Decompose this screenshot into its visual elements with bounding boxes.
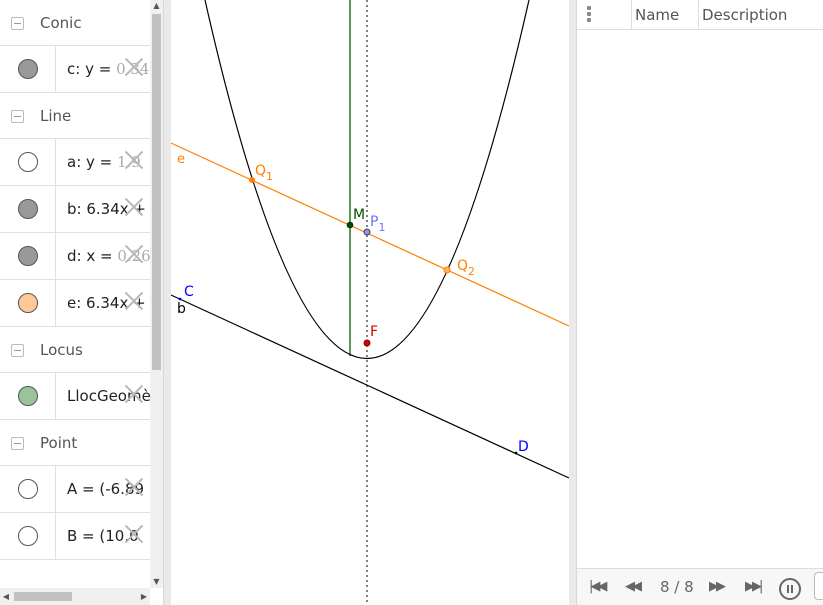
expression-text: c: y = [67, 60, 117, 78]
delete-icon[interactable] [124, 243, 144, 263]
point-Q2[interactable] [443, 266, 451, 274]
protocol-edge-tab[interactable] [814, 572, 823, 600]
group-name: Conic [40, 14, 82, 32]
visibility-toggle-icon[interactable] [18, 152, 38, 172]
drag-handle-icon[interactable] [585, 6, 593, 24]
algebra-item[interactable]: d: x = 0.26 [0, 233, 150, 280]
step-counter: 8 / 8 [660, 578, 694, 596]
graphics-view[interactable]: e Q1 M P1 Q2 C b F D [171, 0, 569, 605]
algebra-item[interactable]: e: 6.34x + [0, 280, 150, 327]
group-header-locus[interactable]: Locus [0, 327, 150, 373]
algebra-horizontal-scrollbar[interactable]: ◀ ▶ [0, 588, 150, 605]
delete-icon[interactable] [124, 383, 144, 403]
scroll-down-arrow-icon[interactable]: ▼ [150, 576, 163, 588]
next-step-icon[interactable]: ▶▶ [709, 579, 726, 594]
view-splitter-right[interactable] [569, 0, 577, 605]
label-F: F [370, 324, 378, 340]
algebra-item[interactable]: A = (-6.89 [0, 466, 150, 513]
pause-icon[interactable] [779, 578, 801, 600]
scroll-left-arrow-icon[interactable]: ◀ [0, 588, 12, 605]
line-b[interactable] [171, 294, 569, 479]
algebra-item[interactable]: b: 6.34x + [0, 186, 150, 233]
line-e[interactable] [171, 142, 569, 327]
visibility-toggle-icon[interactable] [18, 526, 38, 546]
visibility-toggle-icon[interactable] [18, 246, 38, 266]
visibility-cell [0, 513, 56, 559]
algebra-view: Conic c: y = 0.34 Line a: y = 1.9 b: 6.34x +… [0, 0, 163, 605]
label-M: M [353, 207, 365, 223]
algebra-vertical-scrollbar[interactable]: ▲ ▼ [150, 0, 163, 588]
previous-step-icon[interactable]: ◀◀ [625, 579, 642, 594]
view-splitter-left[interactable] [163, 0, 171, 605]
visibility-cell [0, 46, 56, 92]
label-D: D [518, 439, 529, 455]
visibility-cell [0, 466, 56, 512]
scroll-right-arrow-icon[interactable]: ▶ [138, 588, 150, 605]
collapse-icon[interactable] [11, 110, 24, 123]
group-header-conic[interactable]: Conic [0, 0, 150, 46]
group-name: Line [40, 107, 72, 125]
algebra-item[interactable]: LlocGeomè [0, 373, 150, 420]
expression-text: d: x = [67, 247, 118, 265]
protocol-header: Name Description [577, 0, 823, 30]
last-step-icon[interactable]: ▶▶| [745, 579, 763, 594]
delete-icon[interactable] [124, 56, 144, 76]
delete-icon[interactable] [124, 523, 144, 543]
vertical-scroll-thumb[interactable] [152, 14, 161, 370]
point-Q1[interactable] [249, 177, 255, 183]
point-C[interactable] [178, 297, 182, 301]
point-F[interactable] [363, 339, 371, 347]
visibility-cell [0, 139, 56, 185]
label-Q2: Q2 [457, 258, 475, 278]
group-name: Point [40, 434, 78, 452]
horizontal-scroll-thumb[interactable] [14, 592, 72, 601]
group-name: Locus [40, 341, 83, 359]
collapse-icon[interactable] [11, 17, 24, 30]
delete-icon[interactable] [124, 476, 144, 496]
delete-icon[interactable] [124, 290, 144, 310]
visibility-cell [0, 280, 56, 326]
label-b: b [177, 301, 186, 317]
column-header-description[interactable]: Description [698, 0, 822, 30]
algebra-list: Conic c: y = 0.34 Line a: y = 1.9 b: 6.34x +… [0, 0, 150, 588]
label-P1: P1 [370, 214, 385, 234]
column-header-name[interactable]: Name [631, 0, 698, 30]
graphics-canvas[interactable]: e Q1 M P1 Q2 C b F D [171, 0, 569, 605]
label-Q1: Q1 [255, 163, 273, 183]
protocol-navigation-bar: |◀◀ ◀◀ 8 / 8 ▶▶ ▶▶| [577, 568, 823, 605]
visibility-toggle-icon[interactable] [18, 293, 38, 313]
collapse-icon[interactable] [11, 344, 24, 357]
expression-text: a: y = [67, 153, 117, 171]
delete-icon[interactable] [124, 196, 144, 216]
visibility-toggle-icon[interactable] [18, 199, 38, 219]
visibility-toggle-icon[interactable] [18, 59, 38, 79]
visibility-cell [0, 233, 56, 279]
point-D[interactable] [514, 451, 518, 455]
visibility-cell [0, 186, 56, 232]
visibility-toggle-icon[interactable] [18, 479, 38, 499]
algebra-item[interactable]: c: y = 0.34 [0, 46, 150, 93]
group-header-line[interactable]: Line [0, 93, 150, 139]
collapse-icon[interactable] [11, 437, 24, 450]
label-e: e [177, 152, 185, 167]
algebra-item[interactable]: B = (10.0 [0, 513, 150, 560]
visibility-cell [0, 373, 56, 419]
delete-icon[interactable] [124, 149, 144, 169]
first-step-icon[interactable]: |◀◀ [589, 579, 607, 594]
visibility-toggle-icon[interactable] [18, 386, 38, 406]
point-M[interactable] [346, 221, 354, 229]
label-C: C [184, 284, 194, 300]
construction-protocol: Name Description |◀◀ ◀◀ 8 / 8 ▶▶ ▶▶| [577, 0, 823, 605]
algebra-item[interactable]: a: y = 1.9 [0, 139, 150, 186]
scroll-up-arrow-icon[interactable]: ▲ [150, 0, 163, 12]
group-header-point[interactable]: Point [0, 420, 150, 466]
